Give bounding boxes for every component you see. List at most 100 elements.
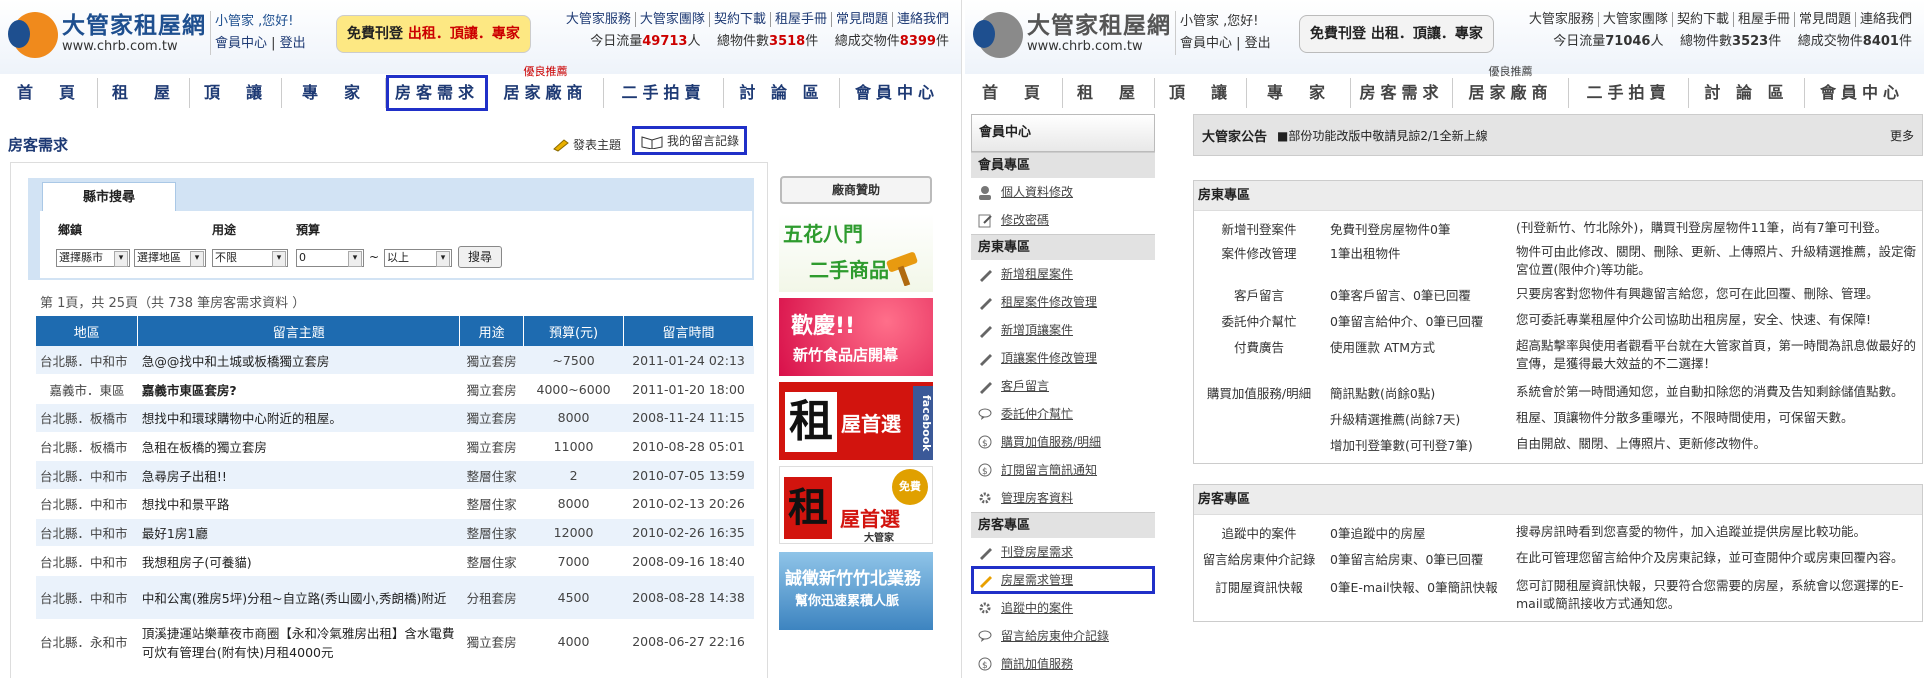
toplink-manual[interactable]: 租屋手冊 <box>770 12 832 27</box>
sidebar-item-add-rental[interactable]: 新增租屋案件 <box>971 260 1155 288</box>
nav-home-vendors[interactable]: 優良推薦 居家廠商 <box>1453 66 1569 108</box>
table-row[interactable]: 台北縣．永和市 頂溪捷運站樂華夜市商圈【永和冷氣雅房出租】含水電費可炊有管理台(附… <box>36 619 754 664</box>
nav-expert[interactable]: 專 家 <box>1247 78 1351 108</box>
sidebar-item-manage-needs[interactable]: 房屋需求管理 <box>971 566 1155 594</box>
sidebar-item-add-transfer[interactable]: 新增頂讓案件 <box>971 316 1155 344</box>
logout-link[interactable]: 登出 <box>1245 36 1271 51</box>
district-select[interactable]: 選擇地區 <box>134 249 206 267</box>
toplink-contact[interactable]: 連絡我們 <box>893 12 949 27</box>
nav-rent[interactable]: 租 屋 <box>1063 78 1155 108</box>
sidebar-item-manage-rental[interactable]: 租屋案件修改管理 <box>971 288 1155 316</box>
site-logo[interactable]: 大管家租屋網 www.chrb.com.tw <box>8 12 206 58</box>
cell-subject[interactable]: 急租在板橋的獨立套房 <box>137 432 460 462</box>
table-row[interactable]: 台北縣．中和市 最好1房1廳 整層住家 12000 2010-02-26 16:35 <box>36 518 754 548</box>
nav-rent[interactable]: 租 屋 <box>98 78 190 108</box>
sidebar-item-message-log[interactable]: 留言給房東仲介記錄 <box>971 622 1155 650</box>
nav-forum[interactable]: 討 論 區 <box>1689 78 1805 108</box>
announce-more-link[interactable]: 更多 <box>1890 127 1914 144</box>
row-key[interactable]: 購買加值服務/明細 <box>1194 383 1324 402</box>
member-center-link[interactable]: 會員中心 <box>215 36 267 51</box>
cell-subject[interactable]: 想找中和景平路 <box>137 489 460 519</box>
sidebar-item-agent-help[interactable]: 委託仲介幫忙 <box>971 400 1155 428</box>
nav-transfer[interactable]: 頂 讓 <box>1155 78 1247 108</box>
sidebar-item-sms-subscribe[interactable]: $ 訂閱留言簡訊通知 <box>971 456 1155 484</box>
row-key[interactable]: 客戶留言 <box>1194 285 1324 304</box>
toplink-faq[interactable]: 常見問題 <box>831 12 893 27</box>
budget-from-select[interactable]: 0 <box>296 249 364 267</box>
sidebar-item-buy-services[interactable]: $ 購買加值服務/明細 <box>971 428 1155 456</box>
use-select[interactable]: 不限 <box>212 249 288 267</box>
row-key[interactable]: 付費廣告 <box>1194 337 1324 356</box>
cell-subject[interactable]: 想找中和環球購物中心附近的租屋。 <box>137 403 460 433</box>
nav-home[interactable]: 首 頁 <box>965 78 1063 108</box>
sidebar-item-password[interactable]: 修改密碼 <box>971 206 1155 234</box>
row-key[interactable]: 委託仲介幫忙 <box>1194 311 1324 330</box>
nav-tenant-needs[interactable]: 房客需求 <box>1351 78 1453 108</box>
sidebar-item-client-messages[interactable]: 客戶留言 <box>971 372 1155 400</box>
nav-home-vendors[interactable]: 優良推薦 居家廠商 <box>488 66 604 108</box>
row-key[interactable]: 案件修改管理 <box>1194 243 1324 262</box>
tab-city-search[interactable]: 縣市搜尋 <box>42 182 176 212</box>
toplink-contracts[interactable]: 契約下載 <box>1672 12 1734 27</box>
table-row[interactable]: 台北縣．板橋市 急租在板橋的獨立套房 獨立套房 11000 2010-08-28 05:… <box>36 432 754 462</box>
nav-forum[interactable]: 討 論 區 <box>724 78 840 108</box>
table-row[interactable]: 台北縣．中和市 想找中和景平路 整層住家 8000 2010-02-13 20:26 <box>36 489 754 519</box>
nav-member-center[interactable]: 會員中心 <box>1805 78 1919 108</box>
ad-hiring[interactable]: 誠徵新竹竹北業務 幫你迅速累積人脈 <box>779 552 933 630</box>
row-key[interactable]: 追蹤中的案件 <box>1194 523 1324 542</box>
my-messages-link[interactable]: 我的留言記錄 <box>632 126 748 155</box>
nav-tenant-needs[interactable]: 房客需求 <box>386 75 488 111</box>
table-row[interactable]: 台北縣．中和市 中和公寓(雅房5坪)分租~自立路(秀山國小,秀朗橋)附近 分租套房 4… <box>36 575 754 620</box>
nav-transfer[interactable]: 頂 讓 <box>190 78 282 108</box>
toplink-service[interactable]: 大管家服務 <box>561 12 636 27</box>
sponsor-button[interactable]: 廠商贊助 <box>780 176 932 204</box>
announce-message[interactable]: ■部份功能改版中敬請見諒2/1全新上線 <box>1277 127 1890 144</box>
site-logo[interactable]: 大管家租屋網 www.chrb.com.tw <box>973 12 1171 58</box>
cell-subject[interactable]: 中和公寓(雅房5坪)分租~自立路(秀山國小,秀朗橋)附近 <box>137 575 460 620</box>
ad-food-store[interactable]: 歡慶!! 新竹食品店開幕 <box>779 298 933 376</box>
logout-link[interactable]: 登出 <box>280 36 306 51</box>
toplink-manual[interactable]: 租屋手冊 <box>1733 12 1795 27</box>
nav-member-center[interactable]: 會員中心 <box>840 78 954 108</box>
sidebar-item-tracking[interactable]: 追蹤中的案件 <box>971 594 1155 622</box>
nav-expert[interactable]: 專 家 <box>282 78 386 108</box>
ad-secondhand[interactable]: 五花八門 二手商品 <box>779 214 933 292</box>
toplink-team[interactable]: 大管家團隊 <box>635 12 710 27</box>
sidebar-item-sms-service[interactable]: $ 簡訊加值服務 <box>971 650 1155 678</box>
table-row[interactable]: 台北縣．中和市 我想租房子(可養貓) 整層住家 7000 2008-09-16 18:4… <box>36 546 754 576</box>
free-post-button[interactable]: 免費刊登 出租．頂讓．專家 <box>336 15 531 53</box>
row-key[interactable]: 留言給房東仲介記錄 <box>1194 549 1324 568</box>
nav-secondhand[interactable]: 二手拍賣 <box>604 78 724 108</box>
sidebar-item-profile[interactable]: 個人資料修改 <box>971 178 1155 206</box>
table-row[interactable]: 台北縣．中和市 急@@找中和土城或板橋獨立套房 獨立套房 ~7500 2011-01-2… <box>36 346 754 376</box>
sidebar-item-manage-tenants[interactable]: 管理房客資料 <box>971 484 1155 512</box>
ad-free-post[interactable]: 租 免費 屋首選 大管家 <box>779 466 933 544</box>
cell-subject[interactable]: 頂溪捷運站樂華夜市商圈【永和冷氣雅房出租】含水電費可炊有管理台(附有快)月租40… <box>137 619 460 664</box>
member-center-link[interactable]: 會員中心 <box>1180 36 1232 51</box>
search-button[interactable]: 搜尋 <box>458 246 502 268</box>
row-key[interactable]: 新增刊登案件 <box>1194 219 1324 238</box>
cell-subject[interactable]: 最好1房1廳 <box>137 518 460 548</box>
budget-to-select[interactable]: 以上 <box>384 249 452 267</box>
cell-subject[interactable]: 急@@找中和土城或板橋獨立套房 <box>137 346 460 376</box>
nav-home[interactable]: 首 頁 <box>0 78 98 108</box>
ad-rent-first[interactable]: 租 屋首選 facebook <box>779 382 933 460</box>
sidebar-item-manage-transfer[interactable]: 頂讓案件修改管理 <box>971 344 1155 372</box>
table-row[interactable]: 台北縣．中和市 急尋房子出租!! 整層住家 2 2010-07-05 13:59 <box>36 460 754 490</box>
nav-secondhand[interactable]: 二手拍賣 <box>1569 78 1689 108</box>
city-select[interactable]: 選擇縣市 <box>56 249 130 267</box>
cell-subject[interactable]: 嘉義市東區套房? <box>137 374 460 404</box>
cell-subject[interactable]: 我想租房子(可養貓) <box>137 546 460 576</box>
row-key[interactable]: 訂閱屋資訊快報 <box>1194 577 1324 596</box>
cell-subject[interactable]: 急尋房子出租!! <box>137 460 460 490</box>
table-row[interactable]: 嘉義市．東區 嘉義市東區套房? 獨立套房 4000~6000 2011-01-20 18… <box>36 374 754 404</box>
table-row[interactable]: 台北縣．板橋市 想找中和環球購物中心附近的租屋。 獨立套房 8000 2008-11-2… <box>36 403 754 433</box>
toplink-service[interactable]: 大管家服務 <box>1524 12 1599 27</box>
toplink-contact[interactable]: 連絡我們 <box>1856 12 1912 27</box>
free-post-button[interactable]: 免費刊登 出租．頂讓．專家 <box>1299 15 1494 53</box>
toplink-contracts[interactable]: 契約下載 <box>709 12 771 27</box>
post-topic-link[interactable]: 發表主題 <box>552 136 621 153</box>
sidebar-item-post-need[interactable]: 刊登房屋需求 <box>971 538 1155 566</box>
toplink-faq[interactable]: 常見問題 <box>1794 12 1856 27</box>
toplink-team[interactable]: 大管家團隊 <box>1598 12 1673 27</box>
